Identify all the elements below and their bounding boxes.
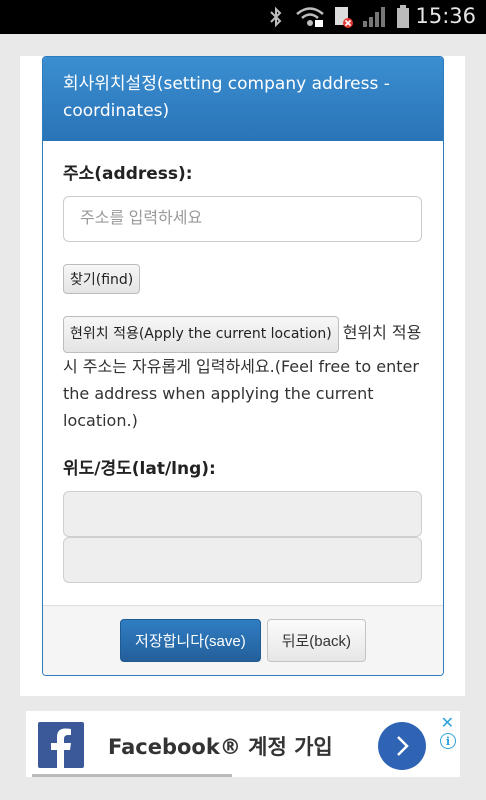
close-icon[interactable]: ✕ <box>441 713 454 732</box>
latitude-field <box>63 491 422 537</box>
apply-current-location-button[interactable]: 현위치 적용(Apply the current location) <box>63 316 339 353</box>
panel-title: 회사위치설정(setting company address - coordin… <box>43 57 443 141</box>
panel-footer: 저장합니다(save) 뒤로(back) <box>43 605 443 675</box>
address-input[interactable] <box>63 196 422 242</box>
status-bar: 15:36 <box>0 0 486 34</box>
status-time: 15:36 <box>415 4 476 28</box>
facebook-logo-icon <box>38 722 84 768</box>
ad-progress-bar <box>32 774 232 777</box>
bluetooth-icon <box>265 5 287 29</box>
wifi-icon <box>294 5 326 29</box>
battery-icon <box>394 5 412 29</box>
signal-icon <box>361 5 389 29</box>
page-content: 회사위치설정(setting company address - coordin… <box>20 56 465 696</box>
apply-current-location-row: 현위치 적용(Apply the current location) 현위치 적용… <box>63 316 423 434</box>
back-button[interactable]: 뒤로(back) <box>266 619 366 662</box>
arrow-right-icon[interactable] <box>378 722 426 770</box>
company-location-panel: 회사위치설정(setting company address - coordin… <box>42 56 444 676</box>
find-button[interactable]: 찾기(find) <box>63 264 141 294</box>
longitude-field <box>63 537 422 583</box>
address-label: 주소(address): <box>63 164 193 184</box>
latlng-label: 위도/경도(lat/lng): <box>63 459 216 479</box>
ad-banner[interactable]: Facebook® 계정 가입 ✕ i <box>26 711 460 777</box>
sim-error-icon <box>331 5 355 29</box>
panel-body: 주소(address): 찾기(find) 현위치 적용(Apply the c… <box>43 141 443 583</box>
ad-text: Facebook® 계정 가입 <box>108 735 333 759</box>
info-icon[interactable]: i <box>440 733 456 749</box>
save-button[interactable]: 저장합니다(save) <box>120 619 261 662</box>
